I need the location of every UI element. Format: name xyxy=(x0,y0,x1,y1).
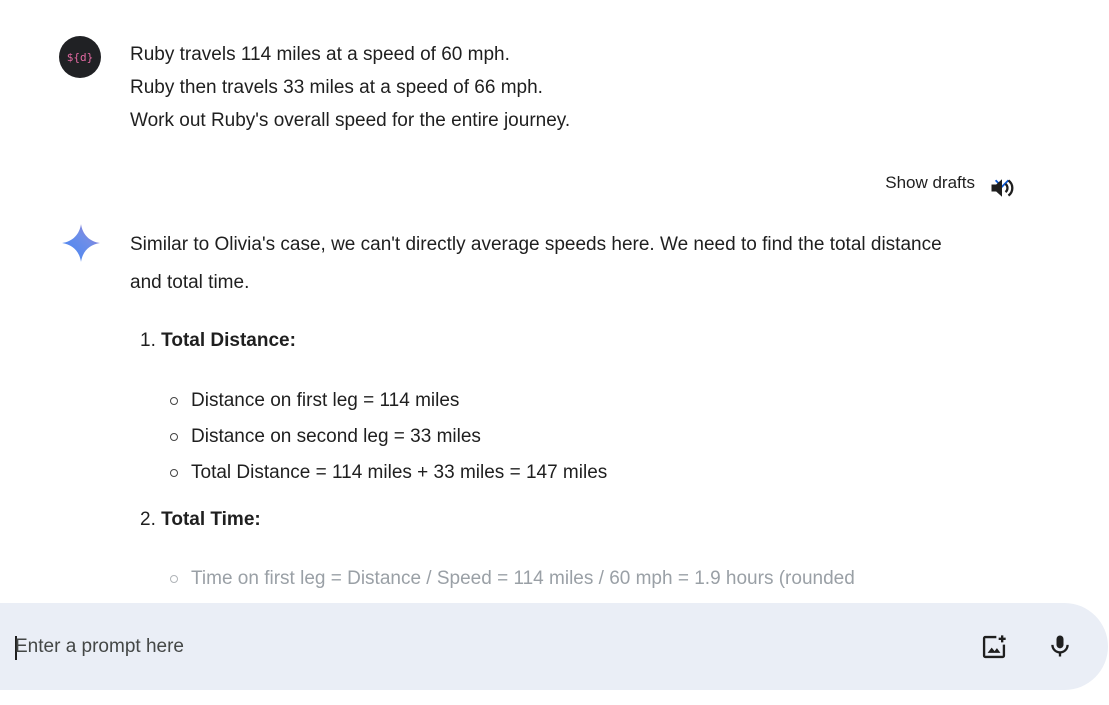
add-image-icon[interactable] xyxy=(980,633,1008,661)
gemini-spark-icon xyxy=(62,224,100,262)
user-message-line: Work out Ruby's overall speed for the en… xyxy=(130,110,571,131)
list-item: Time on first leg = Distance / Speed = 1… xyxy=(170,561,855,597)
response-intro: Similar to Olivia's case, we can't direc… xyxy=(130,234,942,293)
step-number: 1. xyxy=(140,330,156,351)
bullet-icon xyxy=(170,575,178,583)
user-message-line: Ruby travels 114 miles at a speed of 60 … xyxy=(130,44,510,65)
microphone-icon[interactable] xyxy=(1046,632,1074,660)
bullet-icon xyxy=(170,397,178,405)
list-item: Distance on second leg = 33 miles xyxy=(170,419,607,455)
bullet-icon xyxy=(170,433,178,441)
bullet-icon xyxy=(170,469,178,477)
show-drafts-label: Show drafts xyxy=(885,173,975,192)
bullet-list: Time on first leg = Distance / Speed = 1… xyxy=(170,561,855,597)
user-message: Ruby travels 114 miles at a speed of 60 … xyxy=(130,38,570,137)
user-message-line: Ruby then travels 33 miles at a speed of… xyxy=(130,77,543,98)
step-title: Total Distance: xyxy=(161,330,296,351)
step-heading: 1. Total Distance: xyxy=(140,330,296,352)
step-title: Total Time: xyxy=(161,509,261,530)
prompt-bar xyxy=(0,603,1108,690)
list-item: Distance on first leg = 114 miles xyxy=(170,383,607,419)
user-avatar: ${d} xyxy=(59,36,101,78)
step-heading: 2. Total Time: xyxy=(140,509,261,531)
prompt-input[interactable] xyxy=(15,625,915,669)
bullet-list: Distance on first leg = 114 miles Distan… xyxy=(170,383,607,491)
step-number: 2. xyxy=(140,509,156,530)
list-item: Total Distance = 114 miles + 33 miles = … xyxy=(170,455,607,491)
speaker-icon[interactable] xyxy=(988,174,1016,202)
